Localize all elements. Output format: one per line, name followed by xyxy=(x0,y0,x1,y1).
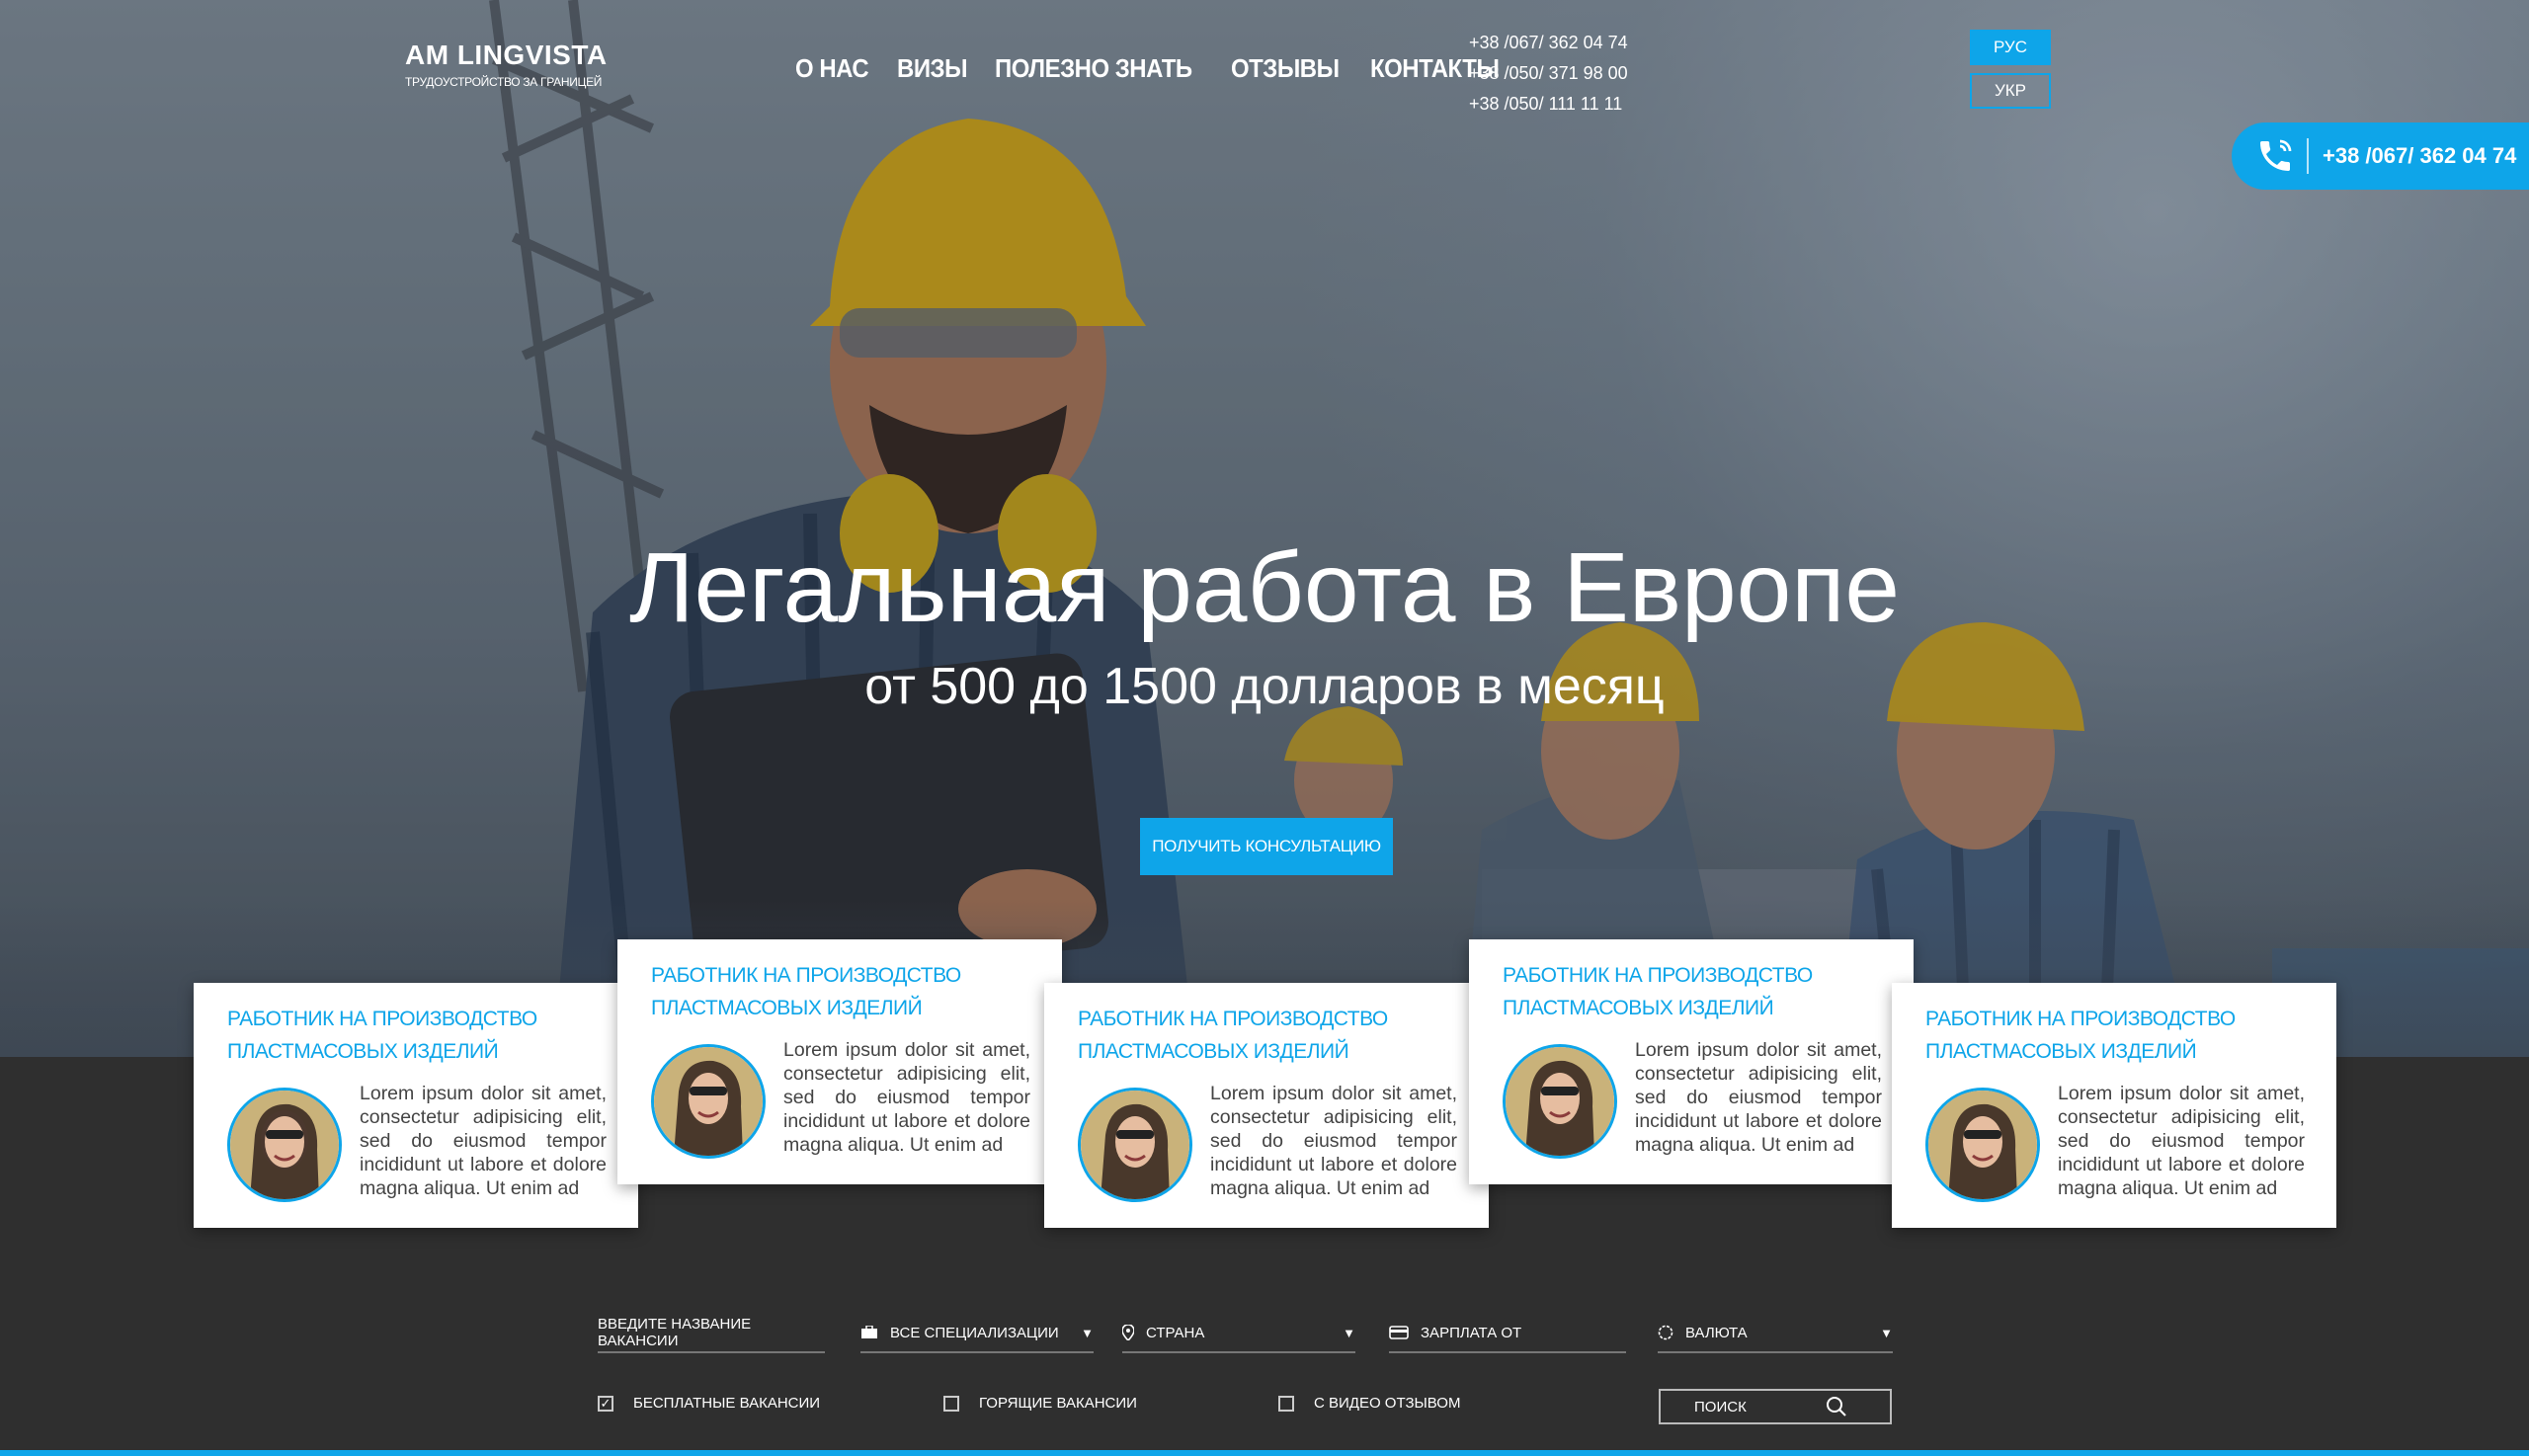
hero-title: Легальная работа в Европе xyxy=(628,532,1901,643)
logo-tagline: ТРУДОУСТРОЙСТВО ЗА ГРАНИЦЕЙ xyxy=(405,75,603,89)
vacancy-card[interactable]: РАБОТНИК НА ПРОИЗВОДСТВО ПЛАСТМАСОВЫХ ИЗ… xyxy=(1044,983,1489,1228)
currency-select[interactable]: ВАЛЮТА ▼ xyxy=(1658,1314,1893,1353)
phone-number[interactable]: +38 /050/ 371 98 00 xyxy=(1469,58,1628,89)
vacancy-description: Lorem ipsum dolor sit amet, consectetur … xyxy=(783,1039,1030,1156)
checkbox-video-review[interactable]: С ВИДЕО ОТЗЫВОМ xyxy=(1278,1395,1460,1412)
checkbox-label: С ВИДЕО ОТЗЫВОМ xyxy=(1314,1395,1461,1412)
location-pin-icon xyxy=(1122,1325,1134,1340)
search-button[interactable]: ПОИСК xyxy=(1659,1389,1892,1424)
avatar xyxy=(1503,1044,1617,1159)
search-label: ПОИСК xyxy=(1694,1398,1747,1416)
checkbox-box[interactable] xyxy=(943,1395,959,1412)
search-icon xyxy=(1825,1395,1848,1422)
checkbox-label: БЕСПЛАТНЫЕ ВАКАНСИИ xyxy=(633,1395,821,1412)
specialization-value: ВСЕ СПЕЦИАЛИЗАЦИИ xyxy=(890,1324,1059,1341)
callback-separator xyxy=(2307,138,2309,174)
vacancy-card[interactable]: РАБОТНИК НА ПРОИЗВОДСТВО ПЛАСТМАСОВЫХ ИЗ… xyxy=(194,983,638,1228)
nav-item-useful[interactable]: ПОЛЕЗНО ЗНАТЬ xyxy=(995,53,1192,84)
vacancy-card[interactable]: РАБОТНИК НА ПРОИЗВОДСТВО ПЛАСТМАСОВЫХ ИЗ… xyxy=(617,939,1062,1184)
hero-background xyxy=(0,0,2529,1057)
nav-item-visas[interactable]: ВИЗЫ xyxy=(897,53,968,84)
accent-bottom-line xyxy=(0,1450,2529,1456)
chevron-down-icon: ▼ xyxy=(1081,1325,1094,1340)
vacancy-description: Lorem ipsum dolor sit amet, consectetur … xyxy=(1210,1083,1457,1199)
nav-item-reviews[interactable]: ОТЗЫВЫ xyxy=(1231,53,1340,84)
vacancy-title: РАБОТНИК НА ПРОИЗВОДСТВО ПЛАСТМАСОВЫХ ИЗ… xyxy=(651,964,961,1019)
chevron-down-icon: ▼ xyxy=(1343,1325,1355,1340)
header-phones: +38 /067/ 362 04 74 +38 /050/ 371 98 00 … xyxy=(1469,28,1628,120)
nav-item-about[interactable]: О НАС xyxy=(795,53,869,84)
currency-value: ВАЛЮТА xyxy=(1685,1324,1748,1341)
country-value: СТРАНА xyxy=(1146,1324,1205,1341)
checkbox-label: ГОРЯЩИЕ ВАКАНСИИ xyxy=(979,1395,1137,1412)
phone-icon xyxy=(2253,134,2297,178)
avatar xyxy=(227,1088,342,1202)
specialization-select[interactable]: ВСЕ СПЕЦИАЛИЗАЦИИ ▼ xyxy=(860,1314,1094,1353)
phone-number[interactable]: +38 /050/ 111 11 11 xyxy=(1469,89,1628,120)
vacancy-card[interactable]: РАБОТНИК НА ПРОИЗВОДСТВО ПЛАСТМАСОВЫХ ИЗ… xyxy=(1892,983,2336,1228)
coin-icon xyxy=(1658,1325,1673,1340)
lang-button-ua[interactable]: УКР xyxy=(1970,73,2051,109)
chevron-down-icon: ▼ xyxy=(1880,1325,1893,1340)
vacancy-title: РАБОТНИК НА ПРОИЗВОДСТВО ПЛАСТМАСОВЫХ ИЗ… xyxy=(1925,1008,2236,1063)
vacancy-description: Lorem ipsum dolor sit amet, consectetur … xyxy=(360,1083,607,1199)
logo[interactable]: AM LINGVISTA ТРУДОУСТРОЙСТВО ЗА ГРАНИЦЕЙ xyxy=(405,40,608,89)
check-icon[interactable]: ✓ xyxy=(598,1395,613,1412)
page: AM LINGVISTA ТРУДОУСТРОЙСТВО ЗА ГРАНИЦЕЙ… xyxy=(0,0,2529,1456)
vacancy-title: РАБОТНИК НА ПРОИЗВОДСТВО ПЛАСТМАСОВЫХ ИЗ… xyxy=(1503,964,1813,1019)
vacancy-card[interactable]: РАБОТНИК НА ПРОИЗВОДСТВО ПЛАСТМАСОВЫХ ИЗ… xyxy=(1469,939,1914,1184)
callback-button[interactable]: +38 /067/ 362 04 74 xyxy=(2232,122,2529,190)
wallet-icon xyxy=(1389,1326,1409,1339)
phone-number[interactable]: +38 /067/ 362 04 74 xyxy=(1469,28,1628,58)
checkbox-hot-vacancies[interactable]: ГОРЯЩИЕ ВАКАНСИИ xyxy=(943,1395,1137,1412)
main-nav: О НАС ВИЗЫ ПОЛЕЗНО ЗНАТЬ ОТЗЫВЫ КОНТАКТЫ xyxy=(795,53,1510,84)
vacancy-name-input[interactable]: ВВЕДИТЕ НАЗВАНИЕ ВАКАНСИИ xyxy=(598,1314,825,1353)
vacancy-description: Lorem ipsum dolor sit amet, consectetur … xyxy=(2058,1083,2305,1199)
hero-subtitle: от 500 до 1500 долларов в месяц xyxy=(864,658,1665,715)
avatar xyxy=(1078,1088,1192,1202)
checkbox-box[interactable] xyxy=(1278,1395,1294,1412)
logo-name: AM LINGVISTA xyxy=(405,40,608,70)
lang-button-ru[interactable]: РУС xyxy=(1970,30,2051,65)
consultation-button[interactable]: ПОЛУЧИТЬ КОНСУЛЬТАЦИЮ xyxy=(1140,818,1393,875)
salary-placeholder: ЗАРПЛАТА ОТ xyxy=(1421,1324,1522,1341)
checkbox-free-vacancies[interactable]: ✓ БЕСПЛАТНЫЕ ВАКАНСИИ xyxy=(598,1395,820,1412)
country-select[interactable]: СТРАНА ▼ xyxy=(1122,1314,1355,1353)
vacancy-description: Lorem ipsum dolor sit amet, consectetur … xyxy=(1635,1039,1882,1156)
avatar xyxy=(651,1044,766,1159)
briefcase-icon xyxy=(860,1326,878,1339)
callback-phone: +38 /067/ 362 04 74 xyxy=(2323,143,2517,168)
salary-input[interactable]: ЗАРПЛАТА ОТ xyxy=(1389,1314,1626,1353)
vacancy-name-placeholder: ВВЕДИТЕ НАЗВАНИЕ ВАКАНСИИ xyxy=(598,1316,752,1349)
vacancy-title: РАБОТНИК НА ПРОИЗВОДСТВО ПЛАСТМАСОВЫХ ИЗ… xyxy=(227,1008,537,1063)
avatar xyxy=(1925,1088,2040,1202)
vacancy-title: РАБОТНИК НА ПРОИЗВОДСТВО ПЛАСТМАСОВЫХ ИЗ… xyxy=(1078,1008,1388,1063)
